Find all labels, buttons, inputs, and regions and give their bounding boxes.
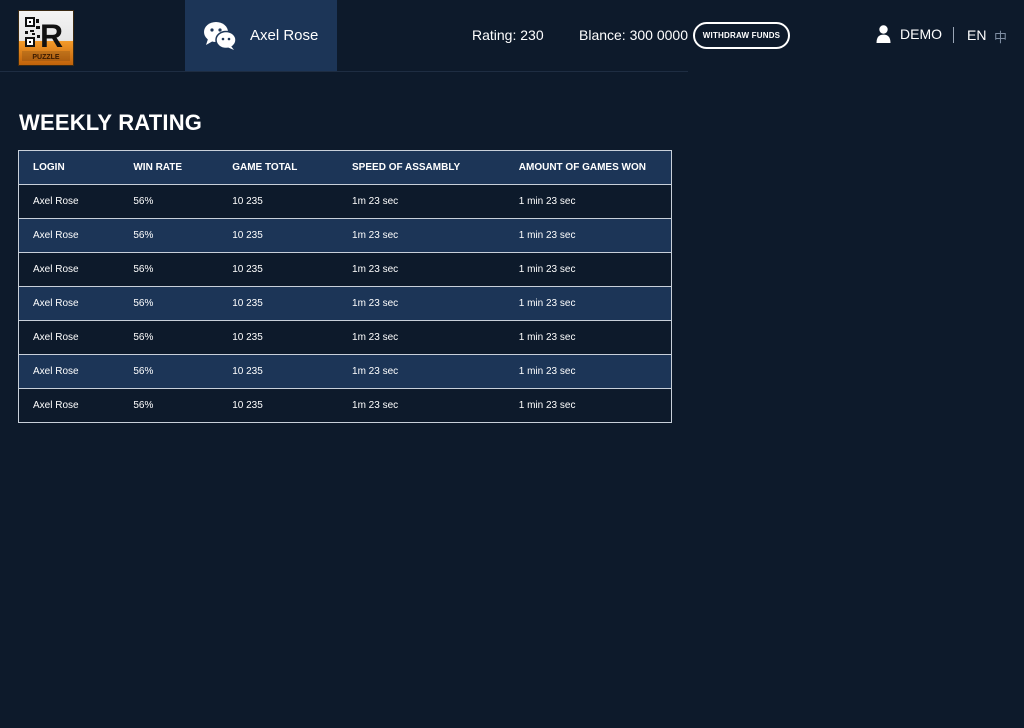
- column-header-game-total: GAME TOTAL: [218, 150, 339, 185]
- account-menu[interactable]: DEMO: [876, 25, 942, 43]
- cell-speed-of-assembly: 1m 23 sec: [338, 354, 505, 389]
- cell-game-total: 10 235: [218, 388, 339, 423]
- table-row[interactable]: Axel Rose 56% 10 235 1m 23 sec 1 min 23 sec: [18, 354, 672, 389]
- column-header-speed-of-assembly: SPEED OF ASSAMBLY: [338, 150, 505, 185]
- weekly-rating-table: LOGIN WIN RATE GAME TOTAL SPEED OF ASSAM…: [18, 150, 672, 423]
- language-en-option[interactable]: EN: [967, 27, 986, 43]
- cell-win-rate: 56%: [119, 354, 219, 389]
- table-row[interactable]: Axel Rose 56% 10 235 1m 23 sec 1 min 23 sec: [18, 320, 672, 355]
- cell-amount-of-games-won: 1 min 23 sec: [504, 354, 672, 389]
- top-header: R PUZZLE Axel Rose Rating: 230 Blance: 3…: [0, 0, 1024, 72]
- cell-speed-of-assembly: 1m 23 sec: [338, 286, 505, 321]
- table-row[interactable]: Axel Rose 56% 10 235 1m 23 sec 1 min 23 sec: [18, 252, 672, 287]
- user-tab[interactable]: Axel Rose: [185, 0, 337, 71]
- language-zh-option[interactable]: 中: [994, 27, 1007, 46]
- cell-login: Axel Rose: [18, 252, 120, 287]
- page-title: WEEKLY RATING: [19, 110, 203, 135]
- cell-amount-of-games-won: 1 min 23 sec: [504, 252, 672, 287]
- table-row[interactable]: Axel Rose 56% 10 235 1m 23 sec 1 min 23 sec: [18, 184, 672, 219]
- cell-win-rate: 56%: [119, 184, 219, 219]
- account-label: DEMO: [900, 26, 942, 42]
- cell-speed-of-assembly: 1m 23 sec: [338, 252, 505, 287]
- column-header-amount-of-games-won: AMOUNT OF GAMES WON: [504, 150, 672, 185]
- cell-speed-of-assembly: 1m 23 sec: [338, 320, 505, 355]
- cell-login: Axel Rose: [18, 388, 120, 423]
- cell-game-total: 10 235: [218, 184, 339, 219]
- cell-login: Axel Rose: [18, 184, 120, 219]
- table-header-row: LOGIN WIN RATE GAME TOTAL SPEED OF ASSAM…: [18, 150, 672, 185]
- cell-game-total: 10 235: [218, 252, 339, 287]
- cell-amount-of-games-won: 1 min 23 sec: [504, 184, 672, 219]
- cell-login: Axel Rose: [18, 320, 120, 355]
- cell-speed-of-assembly: 1m 23 sec: [338, 388, 505, 423]
- cell-win-rate: 56%: [119, 252, 219, 287]
- cell-login: Axel Rose: [18, 354, 120, 389]
- cell-login: Axel Rose: [18, 218, 120, 253]
- table-row[interactable]: Axel Rose 56% 10 235 1m 23 sec 1 min 23 sec: [18, 286, 672, 321]
- cell-game-total: 10 235: [218, 218, 339, 253]
- svg-text:R: R: [40, 18, 63, 54]
- svg-text:PUZZLE: PUZZLE: [32, 54, 60, 61]
- cell-win-rate: 56%: [119, 218, 219, 253]
- cell-game-total: 10 235: [218, 286, 339, 321]
- cell-speed-of-assembly: 1m 23 sec: [338, 184, 505, 219]
- cell-amount-of-games-won: 1 min 23 sec: [504, 218, 672, 253]
- qr-puzzle-logo-icon[interactable]: R PUZZLE: [18, 10, 74, 66]
- column-header-login: LOGIN: [18, 150, 120, 185]
- cell-game-total: 10 235: [218, 320, 339, 355]
- cell-game-total: 10 235: [218, 354, 339, 389]
- header-divider: [0, 71, 688, 72]
- table-row[interactable]: Axel Rose 56% 10 235 1m 23 sec 1 min 23 sec: [18, 388, 672, 423]
- person-icon: [876, 25, 891, 43]
- cell-win-rate: 56%: [119, 388, 219, 423]
- table-row[interactable]: Axel Rose 56% 10 235 1m 23 sec 1 min 23 sec: [18, 218, 672, 253]
- cell-login: Axel Rose: [18, 286, 120, 321]
- cell-speed-of-assembly: 1m 23 sec: [338, 218, 505, 253]
- balance-value: Blance: 300 0000: [579, 27, 688, 43]
- cell-amount-of-games-won: 1 min 23 sec: [504, 286, 672, 321]
- wechat-icon: [204, 21, 237, 50]
- user-name: Axel Rose: [250, 27, 319, 44]
- language-separator: [953, 27, 954, 43]
- withdraw-funds-button[interactable]: WITHDRAW FUNDS: [693, 22, 790, 49]
- rating-value: Rating: 230: [472, 27, 544, 43]
- cell-win-rate: 56%: [119, 286, 219, 321]
- column-header-win-rate: WIN RATE: [119, 150, 219, 185]
- cell-amount-of-games-won: 1 min 23 sec: [504, 388, 672, 423]
- cell-amount-of-games-won: 1 min 23 sec: [504, 320, 672, 355]
- cell-win-rate: 56%: [119, 320, 219, 355]
